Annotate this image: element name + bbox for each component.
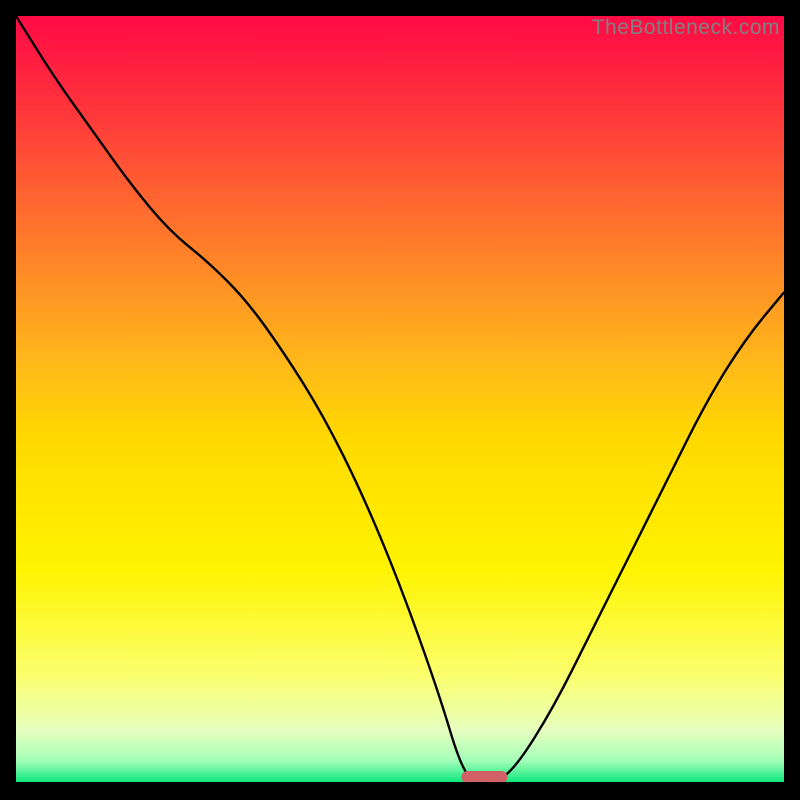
chart-frame: TheBottleneck.com (16, 16, 784, 784)
minimum-marker-pill (461, 771, 507, 783)
bottleneck-curve-svg (16, 16, 784, 784)
plot-area: TheBottleneck.com (16, 16, 784, 784)
bottleneck-curve (16, 16, 784, 784)
